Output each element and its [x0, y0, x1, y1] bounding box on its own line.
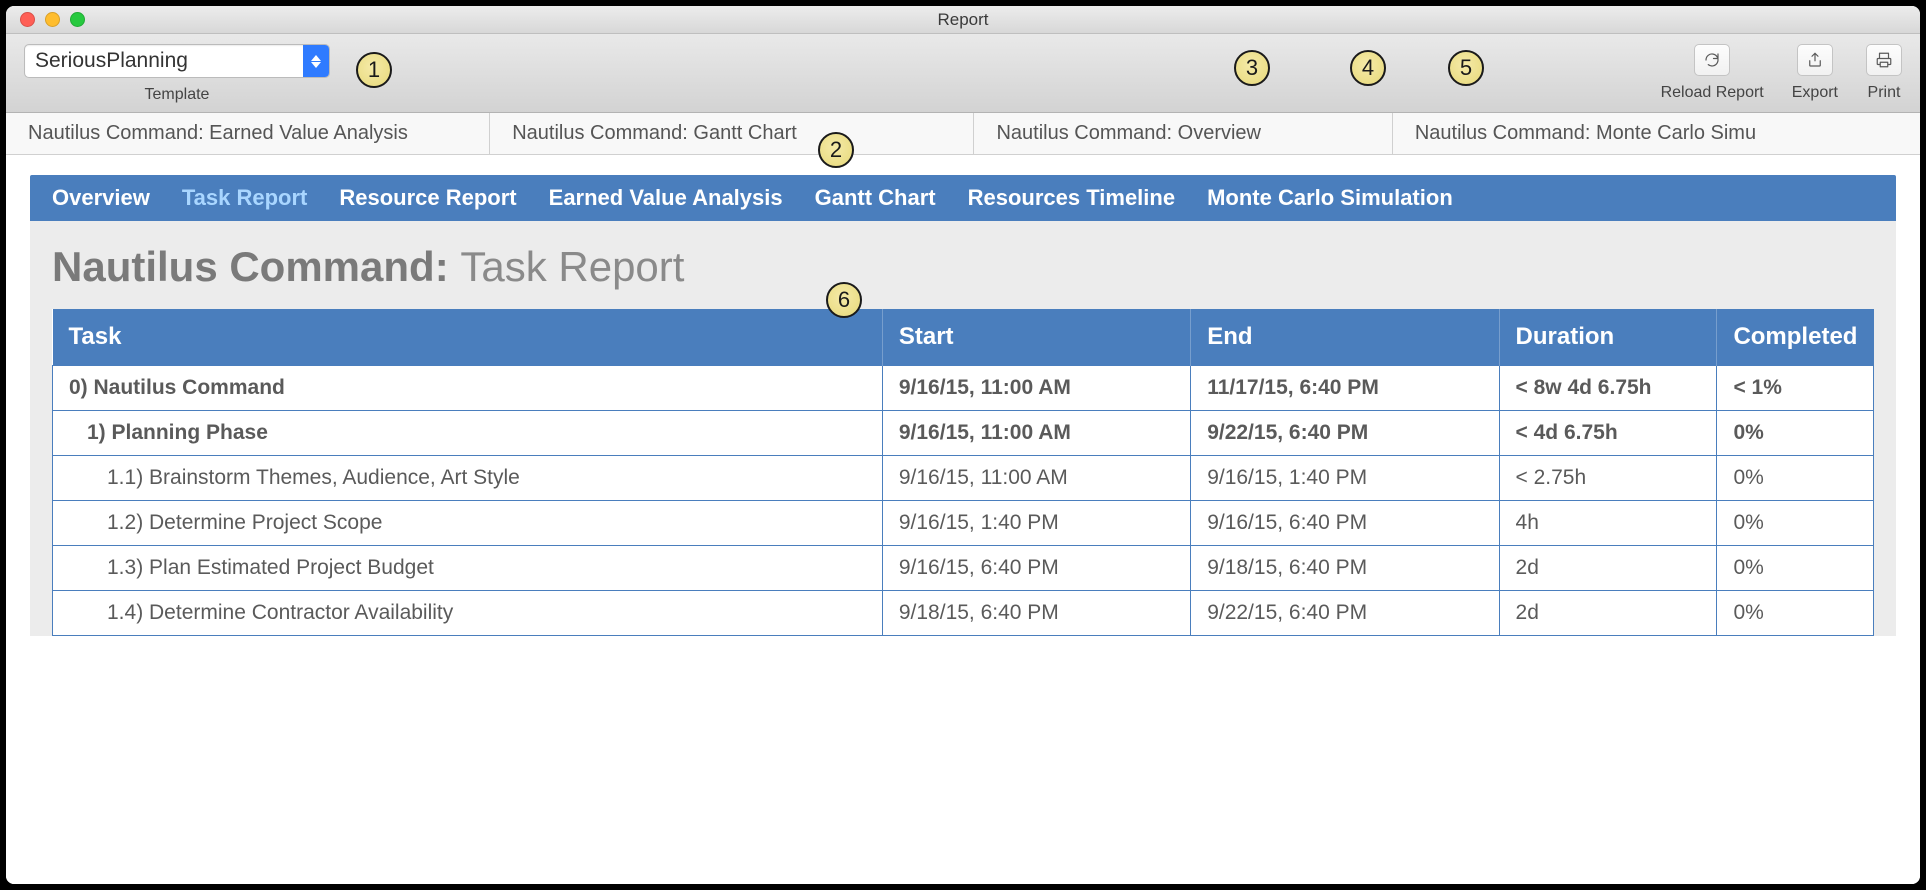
table-row: 0) Nautilus Command9/16/15, 11:00 AM11/1…: [53, 366, 1874, 411]
cell-task: 1.3) Plan Estimated Project Budget: [53, 546, 883, 591]
callout-5: 5: [1448, 50, 1484, 86]
cell-comp: 0%: [1717, 546, 1874, 591]
report-window: 1 2 3 4 5 6 Report SeriousPlanning Templ…: [6, 6, 1920, 884]
table-row: 1.4) Determine Contractor Availability9/…: [53, 591, 1874, 636]
print-label: Print: [1868, 84, 1901, 102]
cell-dur: < 4d 6.75h: [1499, 411, 1717, 456]
th-end: End: [1191, 309, 1499, 366]
titlebar: Report: [6, 6, 1920, 34]
cell-start: 9/16/15, 11:00 AM: [882, 411, 1190, 456]
report-body: Nautilus Command: Task Report Task Start…: [30, 221, 1896, 636]
th-completed: Completed: [1717, 309, 1874, 366]
report-section-name: Task Report: [460, 243, 684, 290]
report-content: Overview Task Report Resource Report Ear…: [6, 155, 1920, 884]
table-row: 1.1) Brainstorm Themes, Audience, Art St…: [53, 456, 1874, 501]
cell-comp: 0%: [1717, 591, 1874, 636]
export-button[interactable]: [1797, 44, 1833, 76]
cell-comp: 0%: [1717, 411, 1874, 456]
table-row: 1) Planning Phase9/16/15, 11:00 AM9/22/1…: [53, 411, 1874, 456]
cell-dur: < 2.75h: [1499, 456, 1717, 501]
doc-tab-gantt[interactable]: Nautilus Command: Gantt Chart: [490, 113, 974, 154]
reload-button[interactable]: [1694, 44, 1730, 76]
cell-end: 9/16/15, 1:40 PM: [1191, 456, 1499, 501]
document-tabs: Nautilus Command: Earned Value Analysis …: [6, 113, 1920, 155]
table-row: 1.2) Determine Project Scope9/16/15, 1:4…: [53, 501, 1874, 546]
doc-tab-overview[interactable]: Nautilus Command: Overview: [974, 113, 1392, 154]
table-row: 1.3) Plan Estimated Project Budget9/16/1…: [53, 546, 1874, 591]
export-label: Export: [1792, 84, 1838, 102]
th-duration: Duration: [1499, 309, 1717, 366]
cell-task: 1.2) Determine Project Scope: [53, 501, 883, 546]
doc-tab-montecarlo[interactable]: Nautilus Command: Monte Carlo Simu: [1393, 113, 1920, 154]
print-button[interactable]: [1866, 44, 1902, 76]
nav-task-report[interactable]: Task Report: [182, 185, 308, 211]
template-value: SeriousPlanning: [25, 49, 303, 73]
nav-eva[interactable]: Earned Value Analysis: [549, 185, 783, 211]
cell-start: 9/18/15, 6:40 PM: [882, 591, 1190, 636]
template-label: Template: [145, 86, 210, 104]
toolbar: SeriousPlanning Template Reload Report: [6, 34, 1920, 113]
cell-dur: 4h: [1499, 501, 1717, 546]
cell-dur: < 8w 4d 6.75h: [1499, 366, 1717, 411]
report-nav: Overview Task Report Resource Report Ear…: [30, 175, 1896, 221]
cell-start: 9/16/15, 1:40 PM: [882, 501, 1190, 546]
nav-gantt[interactable]: Gantt Chart: [815, 185, 936, 211]
nav-overview[interactable]: Overview: [52, 185, 150, 211]
cell-task: 1) Planning Phase: [53, 411, 883, 456]
nav-resources-timeline[interactable]: Resources Timeline: [968, 185, 1175, 211]
cell-end: 9/22/15, 6:40 PM: [1191, 411, 1499, 456]
th-task: Task: [53, 309, 883, 366]
cell-start: 9/16/15, 11:00 AM: [882, 456, 1190, 501]
callout-3: 3: [1234, 50, 1270, 86]
cell-start: 9/16/15, 11:00 AM: [882, 366, 1190, 411]
nav-resource-report[interactable]: Resource Report: [339, 185, 516, 211]
template-select[interactable]: SeriousPlanning: [24, 44, 330, 78]
doc-tab-eva[interactable]: Nautilus Command: Earned Value Analysis: [6, 113, 490, 154]
cell-comp: 0%: [1717, 456, 1874, 501]
th-start: Start: [882, 309, 1190, 366]
callout-6: 6: [826, 282, 862, 318]
window-title: Report: [937, 10, 988, 30]
cell-task: 1.4) Determine Contractor Availability: [53, 591, 883, 636]
maximize-button[interactable]: [70, 12, 85, 27]
printer-icon: [1875, 51, 1893, 69]
cell-start: 9/16/15, 6:40 PM: [882, 546, 1190, 591]
cell-task: 1.1) Brainstorm Themes, Audience, Art St…: [53, 456, 883, 501]
cell-task: 0) Nautilus Command: [53, 366, 883, 411]
reload-icon: [1703, 51, 1721, 69]
cell-comp: 0%: [1717, 501, 1874, 546]
cell-end: 9/18/15, 6:40 PM: [1191, 546, 1499, 591]
cell-end: 9/22/15, 6:40 PM: [1191, 591, 1499, 636]
reload-label: Reload Report: [1661, 84, 1764, 102]
share-icon: [1806, 51, 1824, 69]
cell-comp: < 1%: [1717, 366, 1874, 411]
cell-end: 11/17/15, 6:40 PM: [1191, 366, 1499, 411]
cell-dur: 2d: [1499, 591, 1717, 636]
nav-monte-carlo[interactable]: Monte Carlo Simulation: [1207, 185, 1453, 211]
callout-2: 2: [818, 132, 854, 168]
close-button[interactable]: [20, 12, 35, 27]
cell-end: 9/16/15, 6:40 PM: [1191, 501, 1499, 546]
report-project-name: Nautilus Command:: [52, 243, 449, 290]
callout-4: 4: [1350, 50, 1386, 86]
minimize-button[interactable]: [45, 12, 60, 27]
select-chevrons-icon: [303, 45, 329, 77]
tasks-table: Task Start End Duration Completed 0) Nau…: [52, 309, 1874, 636]
callout-1: 1: [356, 52, 392, 88]
cell-dur: 2d: [1499, 546, 1717, 591]
report-title: Nautilus Command: Task Report: [52, 243, 1874, 291]
table-header-row: Task Start End Duration Completed: [53, 309, 1874, 366]
